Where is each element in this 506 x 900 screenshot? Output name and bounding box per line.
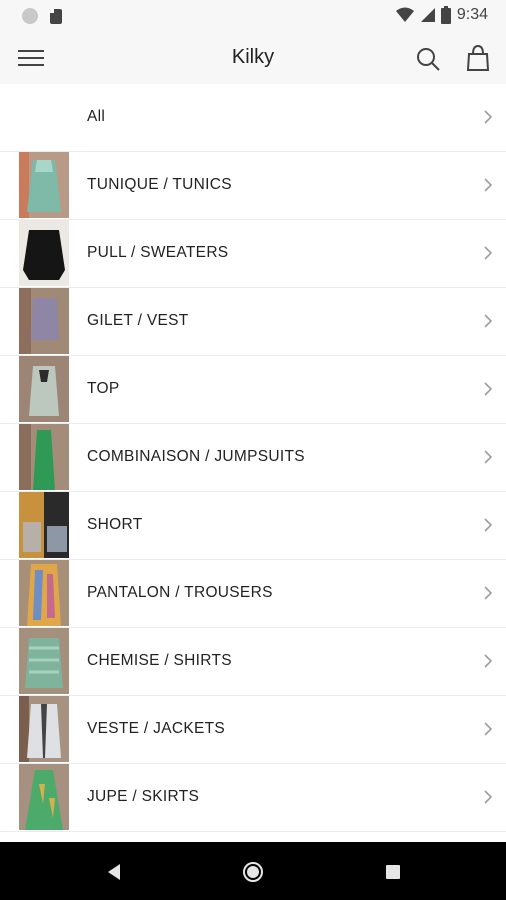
cell-signal-icon xyxy=(420,8,435,22)
category-label: SHORT xyxy=(87,516,143,533)
chevron-right-icon xyxy=(484,314,493,328)
category-row-jackets[interactable]: VESTE / JACKETS xyxy=(0,696,506,764)
category-row-vest[interactable]: GILET / VEST xyxy=(0,288,506,356)
app-bar: Kilky xyxy=(0,32,506,84)
category-label: PULL / SWEATERS xyxy=(87,244,229,261)
category-row-jumpsuits[interactable]: COMBINAISON / JUMPSUITS xyxy=(0,424,506,492)
chevron-right-icon xyxy=(484,178,493,192)
status-bar: 9:34 xyxy=(0,0,506,32)
category-row-tunics[interactable]: TUNIQUE / TUNICS xyxy=(0,152,506,220)
category-thumbnail xyxy=(19,764,69,830)
category-thumbnail xyxy=(19,356,69,422)
chevron-right-icon xyxy=(484,790,493,804)
category-row-trousers[interactable]: PANTALON / TROUSERS xyxy=(0,560,506,628)
category-label: COMBINAISON / JUMPSUITS xyxy=(87,448,305,465)
battery-icon xyxy=(440,6,451,24)
search-icon[interactable] xyxy=(414,45,442,73)
category-thumbnail xyxy=(19,220,69,286)
chevron-right-icon xyxy=(484,654,493,668)
chevron-right-icon xyxy=(484,110,493,124)
sd-card-icon xyxy=(50,8,62,24)
chevron-right-icon xyxy=(484,450,493,464)
category-row-shirts[interactable]: CHEMISE / SHIRTS xyxy=(0,628,506,696)
chevron-right-icon xyxy=(484,722,493,736)
category-label: All xyxy=(87,108,106,125)
category-row-top[interactable]: TOP xyxy=(0,356,506,424)
category-thumbnail xyxy=(19,696,69,762)
recents-icon[interactable] xyxy=(381,860,405,884)
category-label: JUPE / SKIRTS xyxy=(87,788,200,805)
category-label: GILET / VEST xyxy=(87,312,189,329)
category-row-all[interactable]: All xyxy=(0,84,506,152)
category-label: TOP xyxy=(87,380,120,397)
chevron-right-icon xyxy=(484,518,493,532)
status-time: 9:34 xyxy=(456,6,488,23)
shopping-bag-icon[interactable] xyxy=(464,44,492,72)
category-row-short[interactable]: SHORT xyxy=(0,492,506,560)
category-thumbnail xyxy=(19,152,69,218)
category-thumbnail xyxy=(19,560,69,626)
category-thumbnail xyxy=(19,424,69,490)
category-list: All TUNIQUE / TUNICS PULL / SWEATERS GIL… xyxy=(0,84,506,832)
chevron-right-icon xyxy=(484,246,493,260)
system-nav-bar xyxy=(0,842,506,900)
status-left xyxy=(22,8,62,24)
category-label: VESTE / JACKETS xyxy=(87,720,226,737)
category-label: PANTALON / TROUSERS xyxy=(87,584,273,601)
home-icon[interactable] xyxy=(241,860,265,884)
chevron-right-icon xyxy=(484,382,493,396)
category-label: TUNIQUE / TUNICS xyxy=(87,176,232,193)
category-thumbnail xyxy=(19,628,69,694)
category-thumbnail xyxy=(19,288,69,354)
status-right: 9:34 xyxy=(395,6,488,24)
category-thumbnail xyxy=(19,492,69,558)
category-label: CHEMISE / SHIRTS xyxy=(87,652,232,669)
wifi-icon xyxy=(395,7,414,22)
category-row-sweaters[interactable]: PULL / SWEATERS xyxy=(0,220,506,288)
back-icon[interactable] xyxy=(102,860,126,884)
notification-dot-icon xyxy=(22,8,38,24)
chevron-right-icon xyxy=(484,586,493,600)
category-row-skirts[interactable]: JUPE / SKIRTS xyxy=(0,764,506,832)
